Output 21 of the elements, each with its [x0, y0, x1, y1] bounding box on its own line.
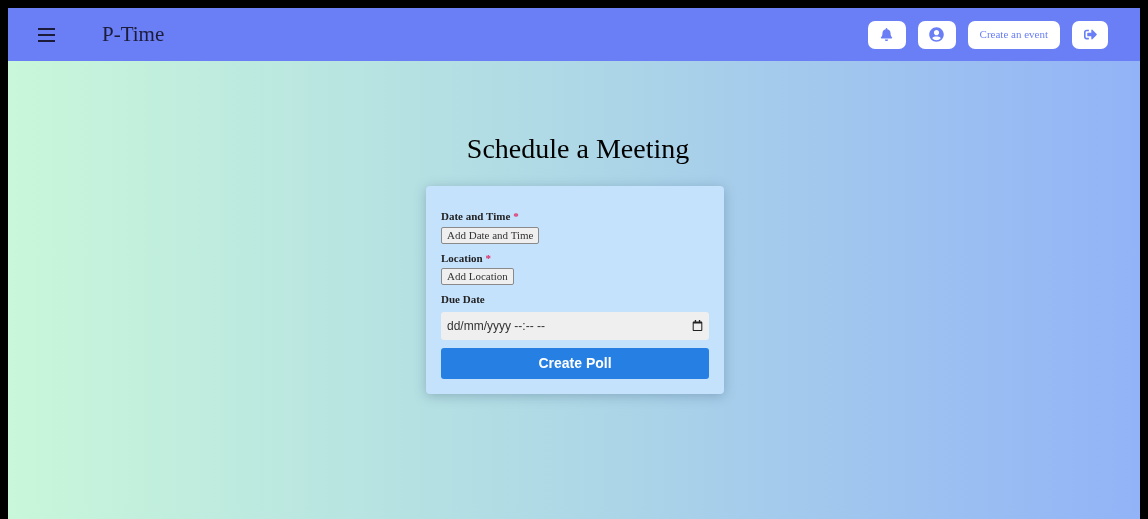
create-poll-button[interactable]: Create Poll: [441, 347, 709, 379]
add-button[interactable]: Add Date and Time: [441, 226, 540, 244]
page-title: Schedule a Meeting: [466, 132, 690, 166]
logout-button[interactable]: [1072, 20, 1108, 49]
bell-icon: [880, 28, 894, 41]
profile-button[interactable]: [917, 20, 956, 49]
field-label: Due Date: [441, 292, 485, 307]
menu-button[interactable]: [38, 27, 55, 42]
add-button[interactable]: Add Location: [441, 268, 514, 285]
calendar-icon: [692, 320, 703, 331]
due-date-field[interactable]: dd/mm/yyyy --:-- --: [441, 311, 709, 340]
required-mark: *: [513, 209, 519, 224]
user-icon: [929, 27, 945, 42]
date-placeholder: dd/mm/yyyy --:-- --: [447, 317, 545, 335]
create-event-button[interactable]: Create an event: [967, 20, 1060, 49]
brand-title: P-Time: [102, 20, 165, 48]
notifications-button[interactable]: [867, 20, 906, 49]
logout-icon: [1083, 28, 1097, 41]
required-mark: *: [485, 250, 492, 266]
field-label: Date and Time: [441, 209, 511, 224]
field-label: Location: [441, 250, 483, 266]
